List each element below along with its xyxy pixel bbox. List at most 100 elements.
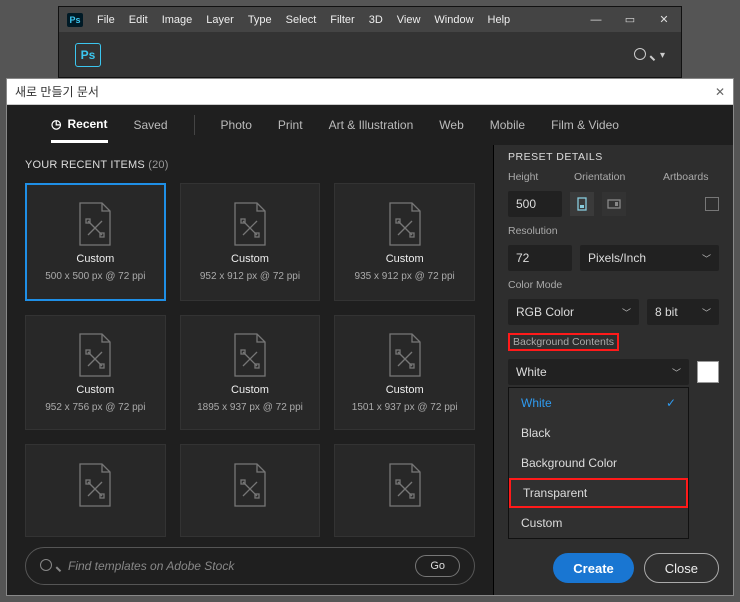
menu-layer[interactable]: Layer bbox=[206, 14, 234, 26]
dialog-close-button[interactable]: ✕ bbox=[715, 85, 725, 99]
menu-image[interactable]: Image bbox=[162, 14, 193, 26]
bg-option-white[interactable]: White ✓ bbox=[509, 388, 688, 418]
tab-web[interactable]: Web bbox=[439, 109, 463, 141]
bg-option-custom[interactable]: Custom bbox=[509, 508, 688, 538]
background-contents-value: White bbox=[516, 365, 547, 379]
preset-card[interactable]: Custom 500 x 500 px @ 72 ppi bbox=[25, 183, 166, 301]
menu-view[interactable]: View bbox=[397, 14, 421, 26]
preset-card-title: Custom bbox=[231, 384, 269, 396]
document-icon bbox=[231, 332, 269, 378]
preset-card-title: Custom bbox=[76, 384, 114, 396]
preset-card[interactable]: Custom 952 x 756 px @ 72 ppi bbox=[25, 315, 166, 431]
chevron-down-icon: ﹀ bbox=[702, 306, 711, 319]
preset-card[interactable]: Custom 1895 x 937 px @ 72 ppi bbox=[180, 315, 321, 431]
search-placeholder: Find templates on Adobe Stock bbox=[68, 559, 234, 573]
artboards-checkbox[interactable] bbox=[705, 197, 719, 211]
tab-art[interactable]: Art & Illustration bbox=[329, 109, 414, 141]
orientation-landscape-button[interactable] bbox=[602, 192, 626, 216]
tab-photo[interactable]: Photo bbox=[221, 109, 252, 141]
document-icon bbox=[76, 462, 114, 508]
bg-option-label: Black bbox=[521, 426, 550, 440]
template-search[interactable]: Find templates on Adobe Stock Go bbox=[25, 547, 475, 585]
new-document-dialog: 새로 만들기 문서 ✕ ◷ Recent Saved Photo Print A… bbox=[6, 78, 734, 596]
menu-select[interactable]: Select bbox=[286, 14, 317, 26]
preset-card-title: Custom bbox=[386, 253, 424, 265]
tab-print-label: Print bbox=[278, 118, 303, 132]
tab-saved[interactable]: Saved bbox=[134, 109, 168, 141]
color-mode-select[interactable]: RGB Color﹀ bbox=[508, 299, 639, 325]
bg-option-background-color[interactable]: Background Color bbox=[509, 448, 688, 478]
dialog-titlebar: 새로 만들기 문서 ✕ bbox=[7, 79, 733, 105]
menu-filter[interactable]: Filter bbox=[330, 14, 354, 26]
close-button[interactable]: Close bbox=[644, 553, 719, 583]
tab-saved-label: Saved bbox=[134, 118, 168, 132]
create-button[interactable]: Create bbox=[553, 553, 633, 583]
bg-option-label: Transparent bbox=[523, 486, 587, 500]
preset-card[interactable]: Custom 952 x 912 px @ 72 ppi bbox=[180, 183, 321, 301]
resolution-unit-value: Pixels/Inch bbox=[588, 251, 646, 265]
height-value: 500 bbox=[516, 197, 536, 211]
triangle-icon[interactable]: ▾ bbox=[660, 50, 665, 61]
maximize-button[interactable]: ▭ bbox=[613, 7, 647, 32]
preset-card-detail: 952 x 756 px @ 72 ppi bbox=[45, 402, 145, 413]
preset-details-panel: PRESET DETAILS Height Orientation Artboa… bbox=[493, 145, 733, 595]
app-header: Ps ▾ bbox=[59, 32, 681, 78]
preset-details-title: PRESET DETAILS bbox=[508, 151, 719, 163]
bg-option-black[interactable]: Black bbox=[509, 418, 688, 448]
orientation-portrait-button[interactable] bbox=[570, 192, 594, 216]
preset-card[interactable]: Custom 935 x 912 px @ 72 ppi bbox=[334, 183, 475, 301]
menu-help[interactable]: Help bbox=[488, 14, 511, 26]
search-icon bbox=[40, 559, 58, 574]
height-field[interactable]: 500 bbox=[508, 191, 562, 217]
preset-card[interactable] bbox=[180, 444, 321, 537]
minimize-button[interactable]: — bbox=[579, 7, 613, 32]
artboards-label: Artboards bbox=[663, 171, 719, 183]
dialog-title: 새로 만들기 문서 bbox=[15, 83, 99, 100]
tab-art-label: Art & Illustration bbox=[329, 118, 414, 132]
menu-3d[interactable]: 3D bbox=[369, 14, 383, 26]
preset-card-title: Custom bbox=[231, 253, 269, 265]
close-app-button[interactable]: ✕ bbox=[647, 7, 681, 32]
preset-card-detail: 952 x 912 px @ 72 ppi bbox=[200, 271, 300, 282]
tab-recent[interactable]: ◷ Recent bbox=[51, 108, 108, 143]
preset-card-detail: 500 x 500 px @ 72 ppi bbox=[45, 271, 145, 282]
photoshop-logo-icon: Ps bbox=[67, 13, 83, 27]
category-tabs: ◷ Recent Saved Photo Print Art & Illustr… bbox=[7, 105, 733, 145]
menu-file[interactable]: File bbox=[97, 14, 115, 26]
preset-card-detail: 1501 x 937 px @ 72 ppi bbox=[352, 402, 458, 413]
bg-option-transparent[interactable]: Transparent bbox=[509, 478, 688, 508]
preset-card[interactable] bbox=[334, 444, 475, 537]
check-icon: ✓ bbox=[666, 396, 676, 410]
tab-print[interactable]: Print bbox=[278, 109, 303, 141]
tab-film[interactable]: Film & Video bbox=[551, 109, 619, 141]
tab-mobile[interactable]: Mobile bbox=[490, 109, 525, 141]
document-icon bbox=[76, 332, 114, 378]
document-icon bbox=[231, 462, 269, 508]
tab-separator bbox=[194, 115, 195, 135]
bit-depth-select[interactable]: 8 bit﹀ bbox=[647, 299, 719, 325]
color-mode-label: Color Mode bbox=[508, 279, 719, 291]
background-contents-menu: White ✓ Black Background Color Transparent Cu… bbox=[508, 387, 689, 539]
resolution-field[interactable]: 72 bbox=[508, 245, 572, 271]
menu-window[interactable]: Window bbox=[434, 14, 473, 26]
bg-option-label: White bbox=[521, 396, 552, 410]
chevron-down-icon: ﹀ bbox=[702, 252, 711, 265]
background-color-swatch[interactable] bbox=[697, 361, 719, 383]
document-icon bbox=[386, 201, 424, 247]
resolution-unit-select[interactable]: Pixels/Inch ﹀ bbox=[580, 245, 719, 271]
color-mode-value: RGB Color bbox=[516, 305, 574, 319]
search-icon[interactable] bbox=[634, 47, 652, 63]
tab-film-label: Film & Video bbox=[551, 118, 619, 132]
preset-card[interactable]: Custom 1501 x 937 px @ 72 ppi bbox=[334, 315, 475, 431]
preset-card-detail: 1895 x 937 px @ 72 ppi bbox=[197, 402, 303, 413]
menu-edit[interactable]: Edit bbox=[129, 14, 148, 26]
photoshop-app-shell: Ps File Edit Image Layer Type Select Fil… bbox=[58, 6, 682, 78]
go-button[interactable]: Go bbox=[415, 555, 460, 577]
menu-type[interactable]: Type bbox=[248, 14, 272, 26]
preset-grid: Custom 500 x 500 px @ 72 ppi Custom 952 … bbox=[25, 183, 475, 537]
document-icon bbox=[76, 201, 114, 247]
background-contents-label: Background Contents bbox=[508, 333, 619, 351]
preset-card[interactable] bbox=[25, 444, 166, 537]
background-contents-select[interactable]: White ﹀ White✓BlackBackground ColorTrans… bbox=[508, 359, 689, 385]
document-icon bbox=[386, 332, 424, 378]
